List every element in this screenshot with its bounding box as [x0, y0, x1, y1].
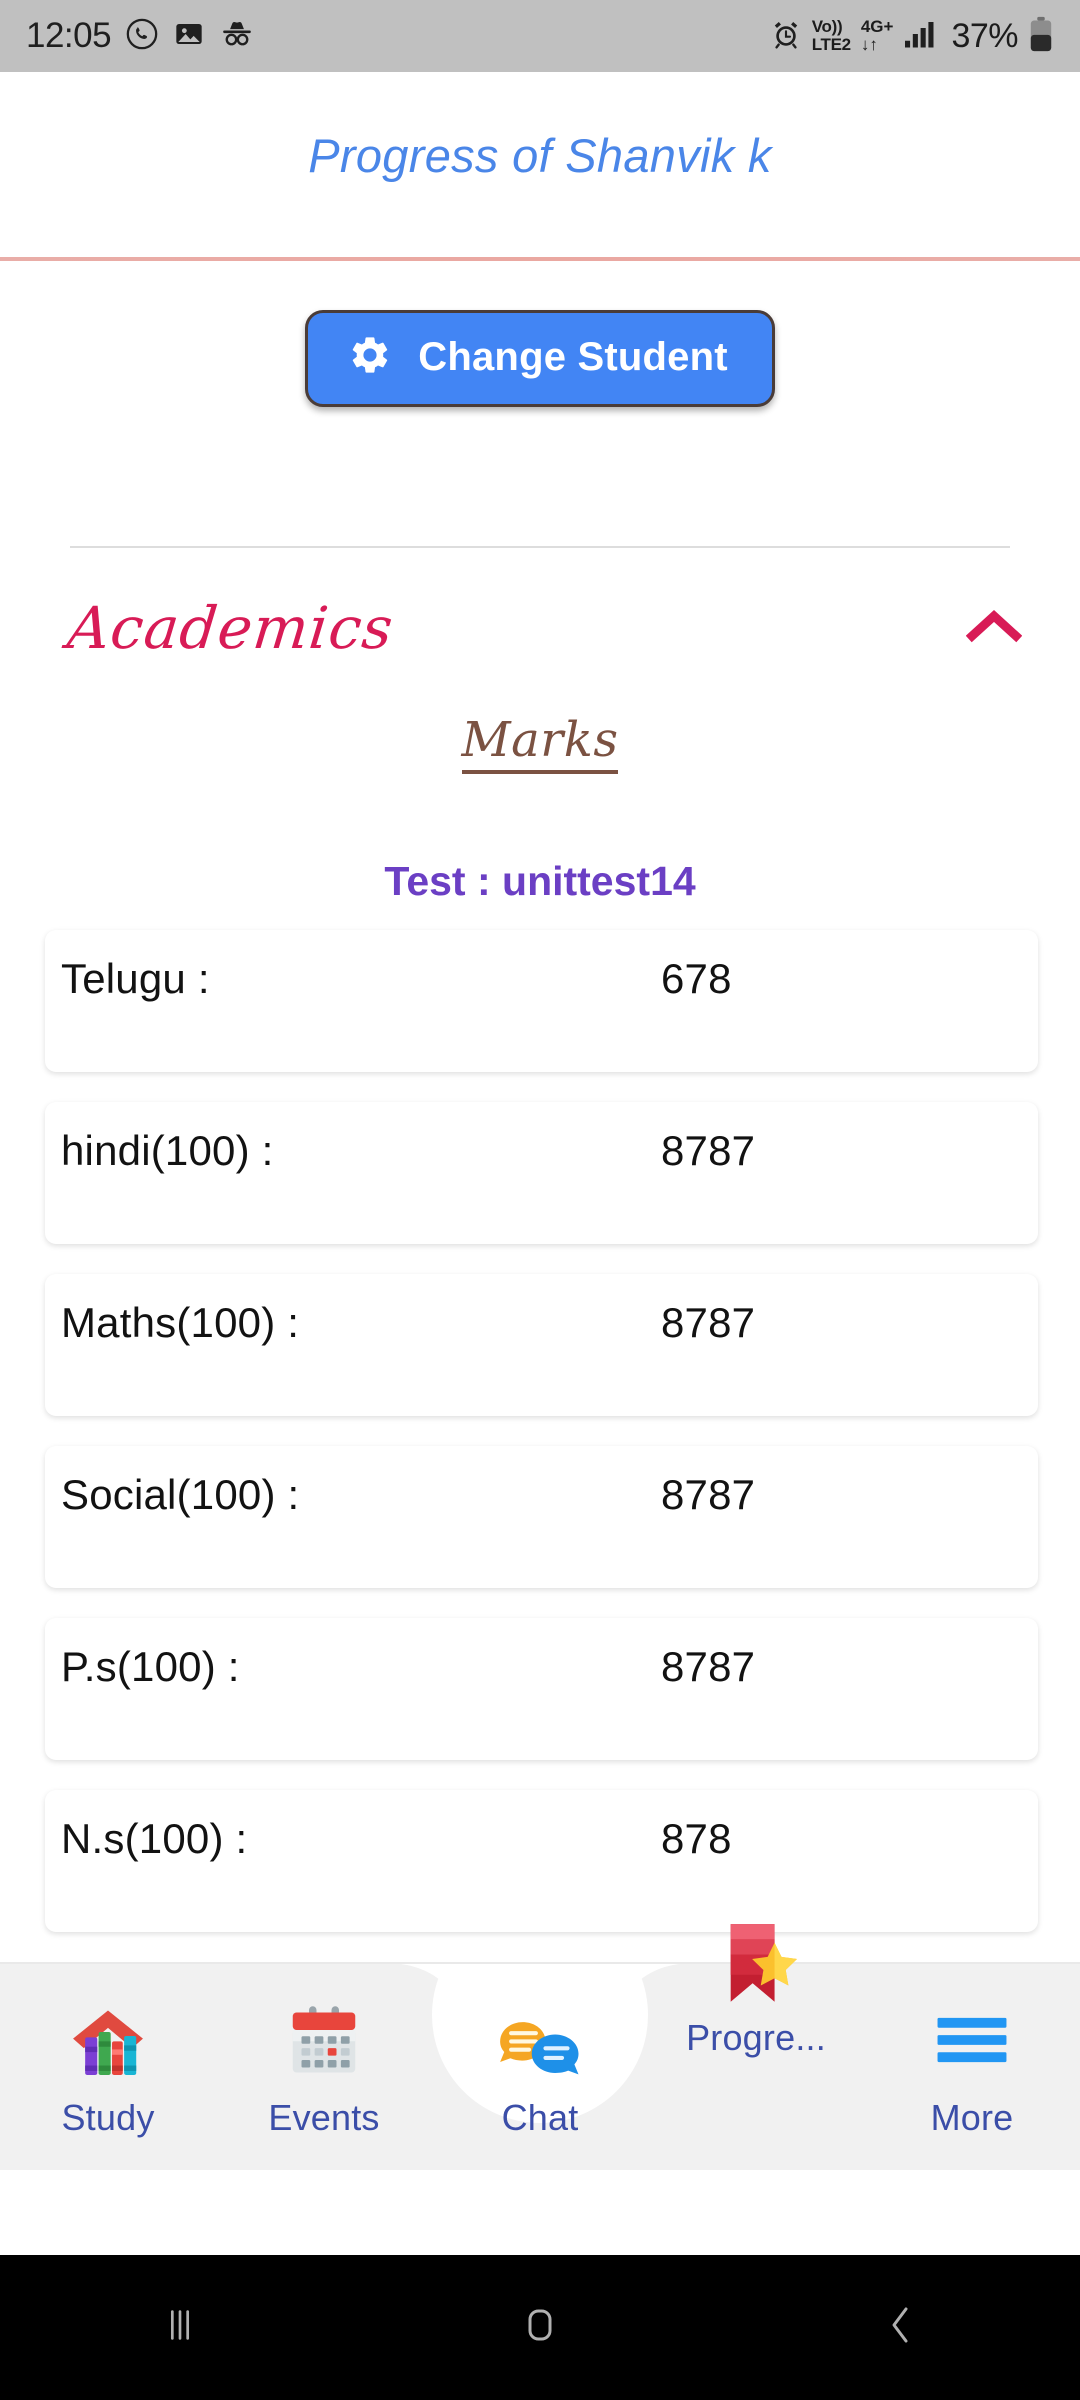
mark-score-value: 878: [661, 1815, 732, 1862]
mark-subject-label: Telugu :: [61, 955, 210, 1002]
mark-row[interactable]: hindi(100) : 8787: [45, 1102, 1038, 1244]
mark-row[interactable]: Telugu : 678: [45, 930, 1038, 1072]
incognito-icon: [219, 17, 255, 56]
nav-item-study-label: Study: [61, 2097, 155, 2138]
mark-score-value: 678: [661, 955, 732, 1002]
section-divider: [70, 546, 1010, 548]
nav-item-events[interactable]: Events: [216, 1955, 432, 2170]
mark-score-value: 8787: [661, 1471, 756, 1518]
bottom-navigation-bar: Study Events Chat Progre... More: [0, 1924, 1080, 2170]
marks-list: Telugu : 678 hindi(100) : 8787 Maths(100…: [45, 930, 1038, 1962]
gear-icon: [348, 333, 392, 382]
change-student-button-container: Change Student: [0, 310, 1080, 407]
chevron-up-icon[interactable]: [965, 608, 1023, 649]
nav-item-events-label: Events: [268, 2097, 380, 2138]
status-bar-clock: 12:05: [26, 16, 112, 55]
mark-row[interactable]: Maths(100) : 8787: [45, 1274, 1038, 1416]
volte-line-2: LTE2: [811, 35, 851, 54]
mark-subject-label: Social(100) :: [61, 1471, 300, 1518]
status-bar-left: 12:05: [26, 16, 255, 56]
data-transfer-arrows: ↓↑: [860, 35, 878, 54]
back-icon: [876, 2301, 924, 2354]
mark-subject-label: hindi(100) :: [61, 1127, 274, 1174]
nav-item-more[interactable]: More: [864, 1955, 1080, 2170]
nav-item-study[interactable]: Study: [0, 1955, 216, 2170]
mark-subject-label: P.s(100) :: [61, 1643, 240, 1690]
status-bar-right: Vo)) LTE2 4G+ ↓↑ 37%: [770, 16, 1054, 57]
volte-line-1: Vo)): [811, 17, 843, 36]
nav-item-progress-label: Progre...: [686, 2017, 826, 2058]
bookmark-star-icon: [702, 1924, 810, 2011]
study-books-house-icon: [65, 1997, 151, 2083]
academics-section-header[interactable]: Academics: [0, 580, 1080, 676]
change-student-button[interactable]: Change Student: [305, 310, 775, 407]
recents-icon: [157, 2302, 203, 2353]
hamburger-menu-icon: [932, 1997, 1012, 2083]
battery-icon: [1028, 16, 1054, 57]
home-button[interactable]: [450, 2255, 630, 2400]
calendar-icon: [284, 1997, 364, 2083]
test-name-label: Test : unittest14: [384, 858, 696, 904]
network-generation-label: 4G+: [860, 17, 894, 36]
nav-item-progress[interactable]: Progre...: [648, 1924, 864, 2170]
mark-row[interactable]: Social(100) : 8787: [45, 1446, 1038, 1588]
volte-indicator: Vo)) LTE2: [812, 18, 851, 54]
back-button[interactable]: [810, 2255, 990, 2400]
chat-bubbles-icon: [496, 1997, 584, 2083]
change-student-button-label: Change Student: [418, 335, 728, 379]
gallery-icon: [173, 18, 205, 55]
status-bar: 12:05 Vo)) LTE2 4G+ ↓↑ 37%: [0, 0, 1080, 72]
system-navigation-bar: [0, 2255, 1080, 2400]
mark-score-value: 8787: [661, 1127, 756, 1174]
nav-item-chat-label: Chat: [501, 2097, 579, 2138]
academics-title: Academics: [64, 594, 397, 662]
nav-item-more-label: More: [930, 2097, 1014, 2138]
marks-heading: Marks: [461, 712, 619, 774]
signal-bars-icon: [903, 19, 937, 54]
mark-row[interactable]: P.s(100) : 8787: [45, 1618, 1038, 1760]
marks-heading-container: Marks: [0, 712, 1080, 774]
mark-score-value: 8787: [661, 1299, 756, 1346]
mark-subject-label: N.s(100) :: [61, 1815, 248, 1862]
nav-item-chat[interactable]: Chat: [432, 1955, 648, 2170]
network-type-indicator: 4G+ ↓↑: [861, 18, 894, 54]
mark-score-value: 8787: [661, 1643, 756, 1690]
recents-button[interactable]: [90, 2255, 270, 2400]
title-divider: [0, 257, 1080, 261]
alarm-icon: [770, 18, 802, 55]
page-title: Progress of Shanvik k: [308, 129, 772, 182]
mark-row[interactable]: N.s(100) : 878: [45, 1790, 1038, 1932]
whatsapp-call-icon: [125, 17, 159, 56]
home-icon: [516, 2301, 564, 2354]
battery-percent-label: 37%: [951, 16, 1018, 55]
bottom-nav-items: Study Events Chat Progre... More: [0, 1924, 1080, 2170]
mark-subject-label: Maths(100) :: [61, 1299, 300, 1346]
